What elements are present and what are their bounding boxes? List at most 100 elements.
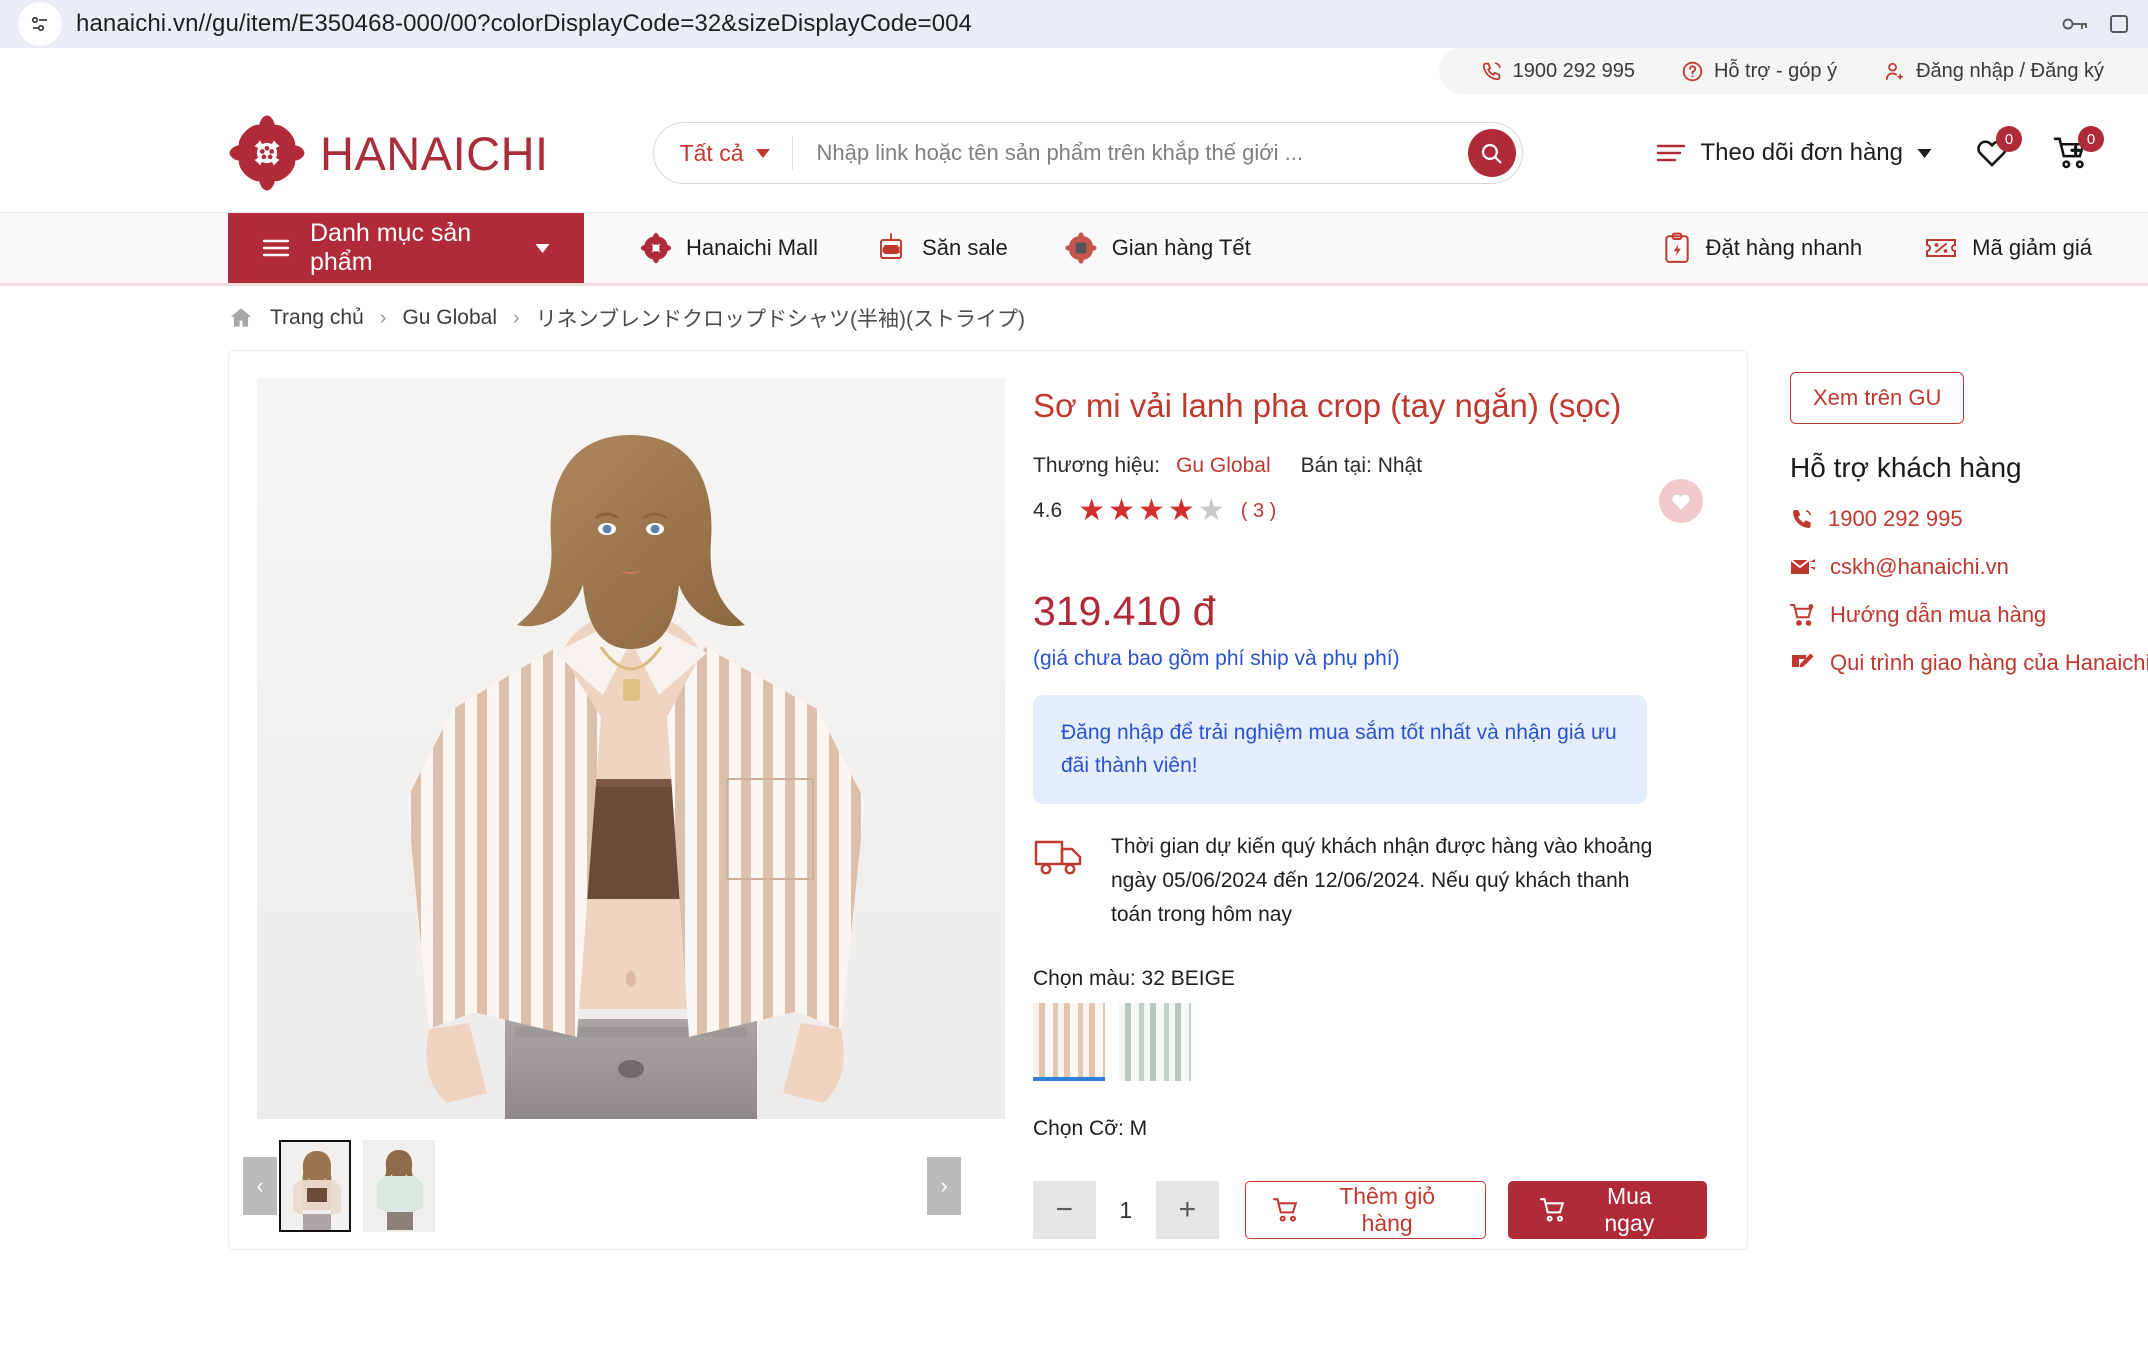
chevron-down-icon: [535, 243, 550, 253]
product-detail-card: ‹ › Sơ mi vải lanh pha crop (tay ngắn) (…: [228, 350, 1748, 1250]
support-item-buying-guide[interactable]: Hướng dẫn mua hàng: [1790, 602, 2148, 628]
breadcrumb-separator: ›: [379, 306, 387, 329]
star-icon: ★: [1138, 494, 1165, 528]
nav-right-group: Đặt hàng nhanh Mã giảm giá: [1662, 213, 2092, 283]
main-content: ‹ › Sơ mi vải lanh pha crop (tay ngắn) (…: [0, 350, 2148, 1250]
site-header: HANAICHI Tất cả Nhập link hoặc tên sản p…: [0, 94, 2148, 212]
search-input[interactable]: [792, 140, 1468, 166]
product-info: Sơ mi vải lanh pha crop (tay ngắn) (sọc)…: [1019, 379, 1747, 1249]
brand-row: Thương hiệu: Gu Global Bán tại: Nhật: [1033, 454, 1707, 478]
nav-link-hanaichi-mall[interactable]: Hanaichi Mall: [640, 232, 818, 264]
quantity-value[interactable]: 1: [1096, 1197, 1157, 1224]
site-settings-icon[interactable]: [18, 2, 62, 46]
support-item-delivery-process[interactable]: Qui trình giao hàng của Hanaichi: [1790, 650, 2148, 676]
nav-link-san-sale[interactable]: SALE Săn sale: [874, 231, 1008, 265]
topbar-hotline-label: 1900 292 995: [1512, 59, 1635, 82]
support-item-email[interactable]: cskh@hanaichi.vn: [1790, 554, 2148, 580]
support-sidebar: Xem trên GU Hỗ trợ khách hàng 1900 292 9…: [1748, 350, 2148, 1250]
wishlist-toggle-button[interactable]: [1659, 479, 1703, 523]
heart-icon: [1670, 491, 1692, 511]
shipping-estimate: Thời gian dự kiến quý khách nhận được hà…: [1033, 830, 1673, 931]
breadcrumb: Trang chủ › Gu Global › リネンブレンドクロップドシャツ(…: [0, 286, 2148, 350]
nav-link-label: Gian hàng Tết: [1111, 235, 1251, 260]
review-count[interactable]: ( 3 ): [1241, 500, 1277, 523]
nav-link-dat-hang-nhanh[interactable]: Đặt hàng nhanh: [1662, 232, 1862, 264]
chevron-down-icon: [755, 148, 770, 158]
color-swatch-green[interactable]: [1119, 1003, 1191, 1082]
cart-count-badge: 0: [2078, 126, 2104, 152]
track-order-menu[interactable]: Theo dõi đơn hàng: [1656, 139, 1932, 167]
support-title: Hỗ trợ khách hàng: [1790, 452, 2022, 483]
topbar-account[interactable]: Đăng nhập / Đăng ký: [1883, 60, 2104, 83]
nav-link-label: Săn sale: [922, 235, 1008, 260]
email-icon: [1790, 556, 1816, 578]
category-menu-button[interactable]: Danh mục sản phẩm: [228, 213, 584, 283]
site-logo[interactable]: HANAICHI: [228, 114, 549, 192]
quantity-decrease-button[interactable]: −: [1033, 1181, 1096, 1240]
add-to-cart-button[interactable]: Thêm giỏ hàng: [1244, 1181, 1486, 1240]
breadcrumb-home[interactable]: Trang chủ: [270, 306, 364, 330]
delivery-truck-icon: [1033, 836, 1085, 878]
gallery-thumbnail-2[interactable]: [363, 1140, 435, 1232]
cart-button[interactable]: 0: [2052, 126, 2104, 170]
wishlist-count-badge: 0: [1996, 126, 2022, 152]
rating-row: 4.6 ★ ★ ★ ★ ★ ( 3 ): [1033, 496, 1707, 526]
breadcrumb-category[interactable]: Gu Global: [402, 306, 497, 330]
gallery-thumbnails: ‹ ›: [243, 1137, 991, 1235]
star-icon: ★: [1108, 494, 1136, 528]
color-swatch-beige[interactable]: [1033, 1003, 1105, 1082]
svg-text:SALE: SALE: [883, 247, 899, 254]
gallery-prev-button[interactable]: ‹: [243, 1157, 277, 1215]
topbar-support[interactable]: Hỗ trợ - góp ý: [1681, 60, 1837, 83]
shopping-cart-icon: [1539, 1197, 1569, 1223]
wishlist-button[interactable]: 0: [1974, 126, 2022, 170]
breadcrumb-current: リネンブレンドクロップドシャツ(半袖)(ストライプ): [535, 308, 1026, 331]
main-navigation: Danh mục sản phẩm Hanaichi Mall SALE Săn…: [0, 212, 2148, 286]
url-text[interactable]: hanaichi.vn//gu/item/E350468-000/00?colo…: [76, 10, 972, 38]
track-order-label: Theo dõi đơn hàng: [1700, 139, 1903, 166]
sale-tag-icon: SALE: [874, 231, 908, 265]
quick-order-icon: [1662, 232, 1692, 264]
search-bar[interactable]: Tất cả: [652, 122, 1523, 184]
home-icon[interactable]: [228, 305, 254, 331]
search-category-label: Tất cả: [679, 139, 744, 166]
size-select-label: Chọn Cỡ: M: [1033, 1117, 1148, 1141]
price-note: (giá chưa bao gồm phí ship và phụ phí): [1033, 647, 1400, 671]
support-item-phone[interactable]: 1900 292 995: [1790, 506, 2148, 532]
view-on-gu-button[interactable]: Xem trên GU: [1790, 372, 1965, 424]
gallery-next-button[interactable]: ›: [927, 1157, 961, 1215]
nav-link-label: Hanaichi Mall: [686, 235, 819, 260]
phone-icon: [1790, 507, 1814, 531]
password-key-icon[interactable]: [2060, 12, 2090, 36]
buy-now-button[interactable]: Mua ngay: [1507, 1181, 1708, 1240]
add-to-cart-label: Thêm giỏ hàng: [1339, 1183, 1436, 1237]
search-submit-button[interactable]: [1467, 129, 1516, 177]
tet-booth-icon: [1064, 231, 1098, 265]
rating-value: 4.6: [1033, 499, 1063, 523]
top-utility-bar: 1900 292 995 Hỗ trợ - góp ý Đăng nhập / …: [0, 48, 2148, 94]
topbar-hotline[interactable]: 1900 292 995: [1481, 60, 1635, 83]
discount-code-icon: [1924, 234, 1958, 262]
search-category-dropdown[interactable]: Tất cả: [680, 136, 793, 170]
browser-url-bar[interactable]: hanaichi.vn//gu/item/E350468-000/00?colo…: [0, 0, 2148, 48]
support-item-label: Qui trình giao hàng của Hanaichi: [1830, 650, 2148, 675]
breadcrumb-separator: ›: [513, 306, 520, 329]
support-item-label: 1900 292 995: [1828, 506, 1963, 531]
support-item-label: cskh@hanaichi.vn: [1830, 554, 2009, 579]
page-title: Sơ mi vải lanh pha crop (tay ngắn) (sọc): [1033, 387, 1622, 424]
nav-link-ma-giam-gia[interactable]: Mã giảm giá: [1924, 234, 2092, 262]
login-promo-banner[interactable]: Đăng nhập để trải nghiệm mua sắm tốt nhấ…: [1033, 695, 1647, 805]
user-add-icon: [1883, 60, 1906, 83]
brand-name-link[interactable]: Gu Global: [1176, 454, 1271, 478]
rating-stars: ★ ★ ★ ★ ★: [1078, 496, 1225, 526]
gallery-thumbnail-1[interactable]: [279, 1140, 351, 1232]
chevron-down-icon: [1917, 148, 1932, 158]
product-main-image[interactable]: [257, 379, 1005, 1119]
list-lines-icon: [1656, 142, 1686, 164]
nav-link-gian-hang-tet[interactable]: Gian hàng Tết: [1064, 231, 1251, 265]
support-item-label: Hướng dẫn mua hàng: [1830, 602, 2047, 627]
browser-menu-icon[interactable]: [2108, 13, 2130, 35]
topbar-account-label: Đăng nhập / Đăng ký: [1916, 59, 2104, 82]
quantity-increase-button[interactable]: +: [1156, 1181, 1219, 1240]
shipping-estimate-text: Thời gian dự kiến quý khách nhận được hà…: [1111, 835, 1653, 926]
